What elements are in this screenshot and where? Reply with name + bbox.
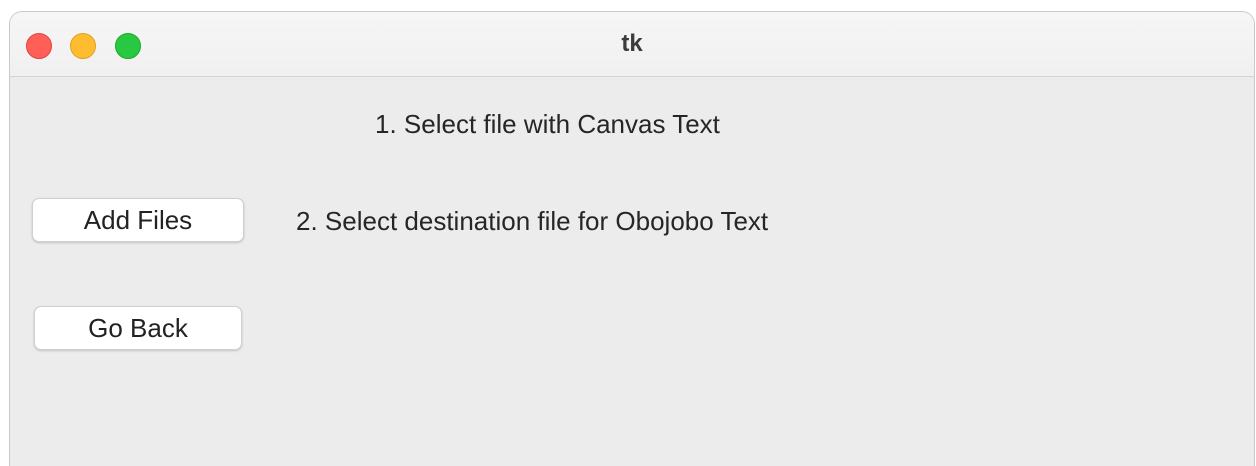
step-2-label: 2. Select destination file for Obojobo T… bbox=[296, 206, 769, 236]
go-back-button[interactable]: Go Back bbox=[34, 306, 242, 350]
title-bar[interactable]: tk bbox=[10, 12, 1254, 77]
app-window: tk 1. Select file with Canvas Text 2. Se… bbox=[10, 12, 1254, 466]
window-title: tk bbox=[621, 30, 643, 57]
main-content: 1. Select file with Canvas Text 2. Selec… bbox=[10, 77, 1254, 466]
add-files-button[interactable]: Add Files bbox=[32, 198, 244, 242]
step-1-label: 1. Select file with Canvas Text bbox=[375, 109, 720, 139]
